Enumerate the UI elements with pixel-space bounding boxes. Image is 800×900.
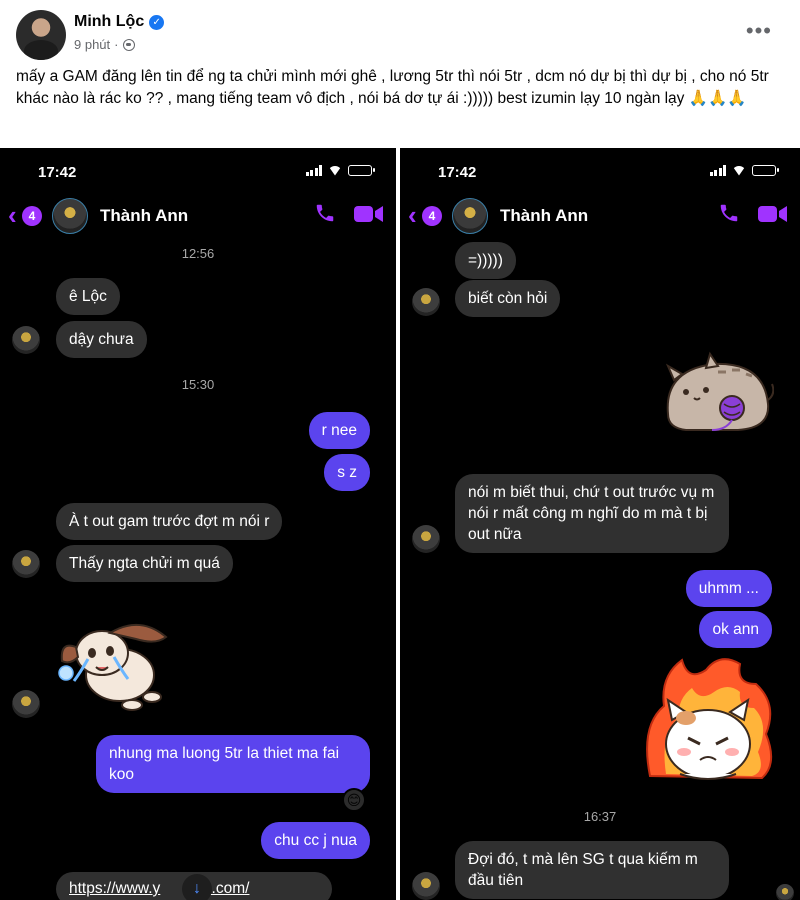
- message-outgoing[interactable]: chu cc j nua: [261, 822, 370, 859]
- sender-avatar: [12, 550, 40, 578]
- signal-icon: [709, 165, 726, 176]
- unread-badge: 4: [22, 206, 42, 226]
- back-chevron-icon[interactable]: ‹: [8, 202, 17, 228]
- post-time[interactable]: 9 phút: [74, 37, 110, 52]
- contact-name[interactable]: Thành Ann: [100, 206, 188, 226]
- right-chat-screenshot: 17:42 ‹ 4 Thành Ann =))))) biết còn hỏi …: [400, 148, 800, 900]
- battery-icon: [348, 165, 375, 176]
- verified-badge-icon: ✓: [149, 14, 165, 30]
- message-incoming[interactable]: =))))): [455, 242, 516, 279]
- sender-avatar: [412, 288, 440, 316]
- back-chevron-icon[interactable]: ‹: [408, 202, 417, 228]
- sender-avatar: [412, 872, 440, 900]
- contact-name[interactable]: Thành Ann: [500, 206, 588, 226]
- author-name[interactable]: Minh Lộc ✓: [74, 13, 165, 31]
- read-receipt-avatar: [776, 884, 794, 900]
- post-caption: mấy a GAM đăng lên tin để ng ta chửi mìn…: [16, 68, 769, 107]
- message-incoming[interactable]: nói m biết thui, chứ t out trước vụ m nó…: [455, 474, 729, 553]
- author-avatar[interactable]: [16, 10, 66, 60]
- chat-timestamp: 15:30: [181, 377, 215, 392]
- link-text-start[interactable]: https://www.y: [69, 880, 160, 897]
- chat-timestamp: 16:37: [583, 809, 617, 824]
- sender-avatar: [12, 326, 40, 354]
- message-incoming[interactable]: Thấy ngta chửi m quá: [56, 545, 233, 582]
- message-outgoing[interactable]: nhung ma luong 5tr la thiet ma fai koo: [96, 735, 370, 793]
- contact-avatar[interactable]: [452, 198, 488, 234]
- chat-header: ‹ 4 Thành Ann: [400, 196, 800, 236]
- battery-icon: [752, 165, 779, 176]
- more-options-icon[interactable]: •••: [746, 18, 772, 44]
- message-incoming[interactable]: biết còn hỏi: [455, 280, 561, 317]
- message-incoming[interactable]: dậy chưa: [56, 321, 147, 358]
- crying-dog-sticker[interactable]: [52, 613, 182, 713]
- phone-icon[interactable]: [314, 202, 336, 224]
- scroll-down-arrow-icon[interactable]: ↓: [182, 874, 212, 900]
- status-time: 17:42: [438, 164, 477, 181]
- wifi-icon: [732, 165, 746, 176]
- globe-icon: [122, 38, 135, 51]
- chat-timestamp: 12:56: [181, 246, 215, 261]
- angry-cat-sticker[interactable]: [640, 656, 776, 796]
- video-call-icon[interactable]: [758, 204, 788, 224]
- message-incoming[interactable]: À t out gam trước đợt m nói r: [56, 503, 283, 540]
- phone-icon[interactable]: [718, 202, 740, 224]
- contact-avatar[interactable]: [52, 198, 88, 234]
- sender-avatar: [12, 690, 40, 718]
- message-outgoing[interactable]: ok ann: [699, 611, 772, 648]
- post-header: Minh Lộc ✓ 9 phút · •••: [0, 0, 800, 62]
- chat-header: ‹ 4 Thành Ann: [0, 196, 396, 236]
- reaction-smile-icon[interactable]: 😊: [342, 788, 366, 812]
- status-time: 17:42: [38, 164, 77, 181]
- left-chat-screenshot: 17:42 ‹ 4 Thành Ann 12:56 ê Lộc dậy chưa…: [0, 148, 396, 900]
- message-outgoing[interactable]: r nee: [308, 412, 370, 449]
- message-outgoing[interactable]: s z: [324, 454, 370, 491]
- message-incoming[interactable]: Đợi đó, t mà lên SG t qua kiếm m đầu tiê…: [455, 841, 729, 899]
- signal-icon: [305, 165, 322, 176]
- message-incoming[interactable]: ê Lộc: [56, 278, 120, 315]
- post-meta: 9 phút ·: [74, 37, 135, 52]
- author-name-text[interactable]: Minh Lộc: [74, 13, 144, 31]
- message-outgoing[interactable]: uhmm ...: [685, 570, 772, 607]
- status-icons: [305, 165, 375, 176]
- video-call-icon[interactable]: [354, 204, 384, 224]
- cat-yarn-sticker[interactable]: [648, 350, 774, 436]
- dot-separator: ·: [114, 37, 119, 52]
- status-icons: [709, 165, 779, 176]
- unread-badge: 4: [422, 206, 442, 226]
- sender-avatar: [412, 525, 440, 553]
- wifi-icon: [328, 165, 342, 176]
